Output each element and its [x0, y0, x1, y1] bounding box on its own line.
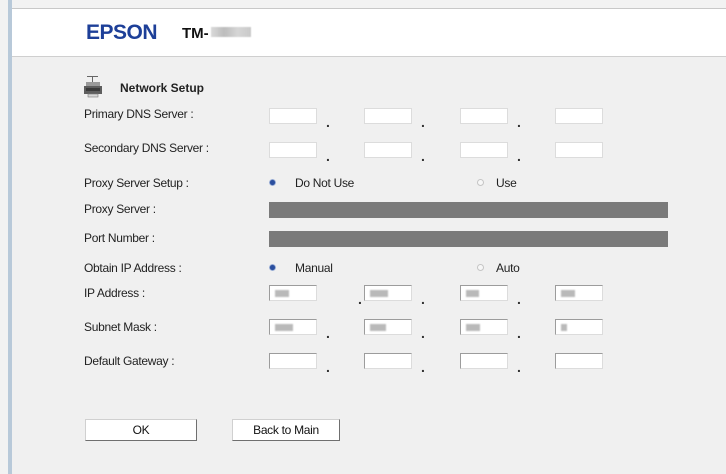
ip-address-label: IP Address : [84, 286, 145, 300]
proxy-use-label: Use [496, 176, 517, 190]
redacted-value [370, 290, 388, 297]
obtain-ip-label: Obtain IP Address : [84, 261, 182, 275]
octet-separator: . [326, 359, 330, 375]
octet-separator: . [421, 148, 425, 164]
redacted-value [275, 324, 293, 331]
octet-separator: . [326, 148, 330, 164]
proxy-use-radio[interactable] [477, 179, 484, 186]
obtain-ip-auto-label: Auto [496, 261, 520, 275]
redacted-value [370, 324, 386, 331]
brand-logo: EPSON [86, 21, 158, 44]
redacted-value [466, 324, 480, 331]
model-number-redacted [210, 27, 251, 37]
octet-separator: . [421, 325, 425, 341]
octet-separator: . [517, 114, 521, 130]
redacted-value [561, 290, 575, 297]
obtain-ip-auto-radio[interactable] [477, 264, 484, 271]
subnet-mask-octet-1[interactable] [269, 319, 317, 335]
ip-address-octet-1[interactable] [269, 285, 317, 301]
secondary-dns-octet-2[interactable] [364, 142, 412, 158]
default-gateway-octet-3[interactable] [460, 353, 508, 369]
port-number-field-disabled [269, 231, 668, 247]
primary-dns-label: Primary DNS Server : [84, 107, 194, 121]
ip-address-octet-3[interactable] [460, 285, 508, 301]
redacted-value [561, 324, 567, 331]
proxy-setup-label: Proxy Server Setup : [84, 176, 189, 190]
octet-separator: . [517, 291, 521, 307]
octet-separator: . [517, 359, 521, 375]
default-gateway-label: Default Gateway : [84, 354, 175, 368]
subnet-mask-label: Subnet Mask : [84, 320, 157, 334]
octet-separator: . [517, 325, 521, 341]
header-bar: EPSON TM- [12, 9, 726, 57]
secondary-dns-label: Secondary DNS Server : [84, 141, 209, 155]
subnet-mask-octet-2[interactable] [364, 319, 412, 335]
back-to-main-button[interactable]: Back to Main [232, 419, 340, 441]
octet-separator: . [326, 114, 330, 130]
proxy-server-field-disabled [269, 202, 668, 218]
primary-dns-octet-2[interactable] [364, 108, 412, 124]
redacted-value [275, 290, 289, 297]
section-title: Network Setup [120, 81, 205, 95]
primary-dns-octet-3[interactable] [460, 108, 508, 124]
octet-separator: . [421, 291, 425, 307]
primary-dns-octet-1[interactable] [269, 108, 317, 124]
default-gateway-octet-1[interactable] [269, 353, 317, 369]
octet-separator: . [421, 359, 425, 375]
model-name: TM- [182, 25, 251, 42]
obtain-ip-manual-label: Manual [295, 261, 333, 275]
proxy-do-not-use-radio[interactable] [269, 179, 276, 186]
octet-separator: . [326, 325, 330, 341]
port-number-label: Port Number : [84, 231, 155, 245]
default-gateway-octet-2[interactable] [364, 353, 412, 369]
model-prefix: TM- [182, 25, 209, 42]
secondary-dns-octet-1[interactable] [269, 142, 317, 158]
proxy-do-not-use-label: Do Not Use [295, 176, 355, 190]
proxy-server-label: Proxy Server : [84, 202, 156, 216]
ok-button[interactable]: OK [85, 419, 197, 441]
octet-separator: . [421, 114, 425, 130]
subnet-mask-octet-3[interactable] [460, 319, 508, 335]
printer-icon [84, 76, 102, 98]
redacted-value [466, 290, 479, 297]
primary-dns-octet-4[interactable] [555, 108, 603, 124]
ip-address-octet-4[interactable] [555, 285, 603, 301]
secondary-dns-octet-4[interactable] [555, 142, 603, 158]
subnet-mask-octet-4[interactable] [555, 319, 603, 335]
octet-separator: . [358, 291, 362, 307]
ip-address-octet-2[interactable] [364, 285, 412, 301]
octet-separator: . [517, 148, 521, 164]
default-gateway-octet-4[interactable] [555, 353, 603, 369]
obtain-ip-manual-radio[interactable] [269, 264, 276, 271]
secondary-dns-octet-3[interactable] [460, 142, 508, 158]
